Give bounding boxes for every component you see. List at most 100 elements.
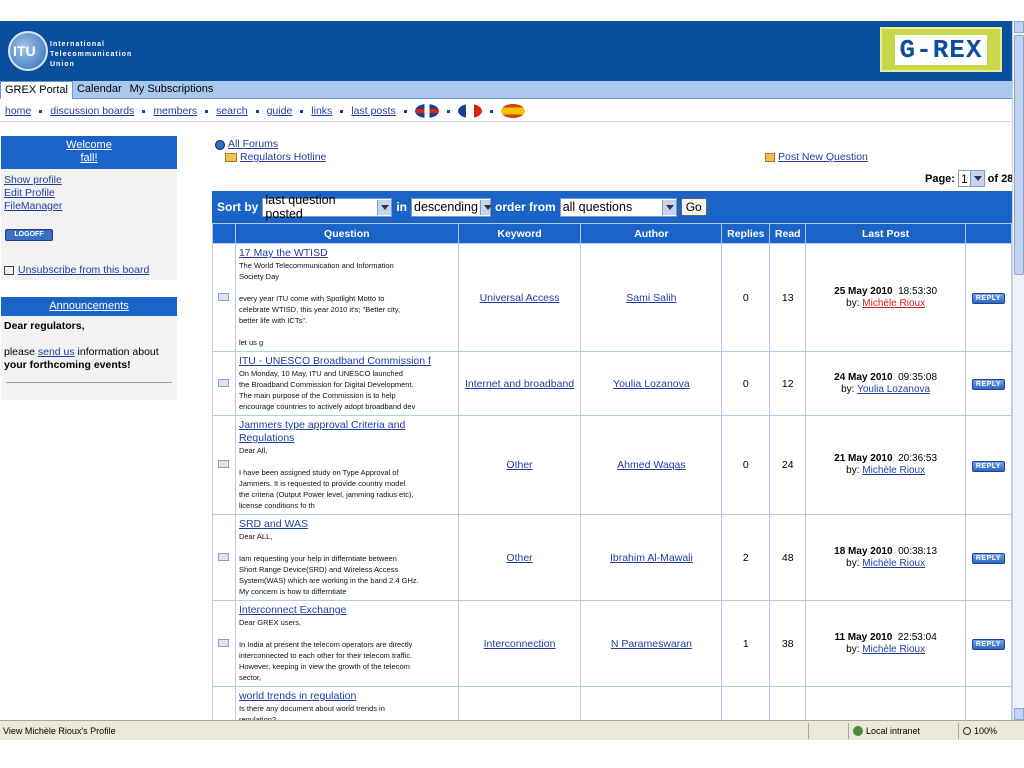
- keyword-link[interactable]: Internet and broadband: [465, 378, 574, 390]
- itu-name-line2: Telecommunication: [50, 51, 133, 58]
- nav-separator: [340, 109, 344, 113]
- question-title-link[interactable]: ITU - UNESCO Broadband Commission f: [239, 355, 455, 368]
- nav-search[interactable]: search: [216, 105, 248, 117]
- spanish-flag-icon[interactable]: [500, 104, 525, 118]
- nav-members[interactable]: members: [153, 105, 197, 117]
- cell-reply: REPLY: [964, 351, 1013, 416]
- keyword-link[interactable]: Interconnection: [484, 638, 556, 650]
- announce-message: please send us information about your fo…: [4, 346, 174, 372]
- grex-logo[interactable]: G-REX: [880, 27, 1002, 72]
- cell-author: N Parameswaran: [580, 600, 723, 687]
- nav-separator: [39, 109, 43, 113]
- profile-links: Show profile Edit Profile FileManager: [1, 169, 177, 218]
- page-select-value: 1: [960, 171, 968, 186]
- go-button[interactable]: Go: [680, 198, 707, 216]
- question-filter-select[interactable]: all questions: [559, 197, 677, 217]
- question-title-link[interactable]: 17 May the WTISD: [239, 247, 455, 260]
- last-post-time: 09:35:08: [898, 371, 938, 383]
- zoom-cell[interactable]: 100%: [958, 722, 1024, 739]
- announce-divider: [6, 382, 172, 383]
- french-flag-icon[interactable]: [457, 104, 482, 118]
- announce-pre: please: [4, 346, 38, 358]
- last-post-author-link[interactable]: Youlia Lozanova: [857, 384, 930, 395]
- keyword-link[interactable]: Other: [506, 552, 532, 564]
- pager-total: of 28: [987, 172, 1014, 185]
- nav-guide[interactable]: guide: [267, 105, 293, 117]
- uk-flag-icon[interactable]: [414, 104, 439, 118]
- post-new-question-link[interactable]: Post New Question: [778, 151, 868, 163]
- tab-calendar[interactable]: Calendar: [73, 81, 126, 99]
- reply-button[interactable]: REPLY: [971, 553, 1006, 564]
- nav-last-posts[interactable]: last posts: [351, 105, 395, 117]
- nav-discussion-boards[interactable]: discussion boards: [50, 105, 134, 117]
- tab-my-subscriptions[interactable]: My Subscriptions: [126, 81, 218, 99]
- all-forums-link[interactable]: All Forums: [228, 138, 278, 151]
- announcements-header[interactable]: Announcements: [1, 297, 177, 316]
- cell-keyword: Other: [457, 514, 582, 601]
- itu-logo[interactable]: ITU: [8, 31, 48, 71]
- sort-field-select[interactable]: last question posted: [262, 193, 393, 221]
- show-profile-link[interactable]: Show profile: [4, 174, 174, 187]
- reply-button[interactable]: REPLY: [971, 379, 1006, 390]
- cell-icon: [212, 351, 236, 416]
- author-link[interactable]: Youlia Lozanova: [613, 378, 690, 390]
- nav-links-item[interactable]: links: [311, 105, 332, 117]
- cell-keyword: Interconnection: [457, 600, 582, 687]
- nav-separator: [255, 109, 259, 113]
- author-link[interactable]: Ahmed Waqas: [617, 459, 685, 471]
- welcome-header[interactable]: Welcome fall!: [1, 136, 177, 169]
- cell-icon: [212, 415, 236, 515]
- reply-button[interactable]: REPLY: [971, 293, 1006, 304]
- last-post-by: by:: [846, 297, 860, 309]
- logoff-button[interactable]: LOGOFF: [5, 229, 53, 241]
- reply-button[interactable]: REPLY: [971, 639, 1006, 650]
- question-title-link[interactable]: Jammers type approval Criteria and Regul…: [239, 419, 455, 445]
- chevron-down-icon[interactable]: [661, 199, 676, 215]
- edit-profile-link[interactable]: Edit Profile: [4, 187, 174, 200]
- last-post-date: 24 May 2010: [834, 371, 893, 383]
- table-row: Interconnect Exchange Dear GREX users, In…: [212, 600, 1013, 687]
- author-link[interactable]: N Parameswaran: [611, 638, 692, 650]
- last-post-author-link[interactable]: Michèle Rioux: [862, 644, 925, 655]
- question-title-link[interactable]: world trends in regulation: [239, 690, 455, 703]
- vertical-scrollbar[interactable]: [1012, 21, 1024, 720]
- cell-keyword: Universal Access: [457, 243, 582, 352]
- nav-home[interactable]: home: [5, 105, 31, 117]
- chevron-down-icon[interactable]: [479, 199, 493, 215]
- keyword-link[interactable]: Other: [506, 459, 532, 471]
- tab-grex-portal[interactable]: GREX Portal: [0, 81, 73, 99]
- reply-button[interactable]: REPLY: [971, 460, 1006, 472]
- nav-separator: [489, 109, 493, 113]
- chevron-down-icon[interactable]: [969, 171, 984, 186]
- board-link[interactable]: Regulators Hotline: [240, 151, 326, 164]
- last-post-time: 18:53:30: [898, 285, 938, 297]
- author-link[interactable]: Ibrahim Al-Mawali: [610, 552, 693, 564]
- unsubscribe-link[interactable]: Unsubscribe from this board: [18, 264, 149, 276]
- announcements-body: Dear regulators, please send us informat…: [1, 316, 177, 387]
- chevron-down-icon[interactable]: [377, 199, 392, 215]
- last-post-author-link[interactable]: Michèle Rioux: [862, 298, 925, 309]
- scroll-up-arrow-icon[interactable]: [1014, 21, 1024, 33]
- scroll-thumb[interactable]: [1014, 35, 1024, 275]
- question-excerpt: Dear All, I have been assigned study on …: [238, 446, 414, 510]
- cell-replies: 0: [721, 243, 771, 352]
- cell-last-post: 11 May 2010 22:53:04 by: Michèle Rioux: [805, 600, 966, 687]
- mail-icon: [218, 638, 230, 647]
- last-post-author-link[interactable]: Michèle Rioux: [862, 465, 925, 476]
- cell-last-post: 18 May 2010 00:38:13 by: Michèle Rioux: [805, 514, 966, 601]
- header-read: Read: [769, 223, 807, 244]
- header-banner: ITU International Telecommunication Unio…: [0, 21, 1012, 81]
- author-link[interactable]: Sami Salih: [626, 292, 676, 304]
- file-manager-link[interactable]: FileManager: [4, 200, 174, 213]
- send-us-link[interactable]: send us: [38, 346, 75, 358]
- questions-table: Question Keyword Author Replies Read Las…: [212, 223, 1013, 737]
- last-post-author-link[interactable]: Michèle Rioux: [862, 558, 925, 569]
- last-post-by: by:: [846, 557, 860, 569]
- question-title-link[interactable]: SRD and WAS: [239, 518, 455, 531]
- keyword-link[interactable]: Universal Access: [480, 292, 560, 304]
- scroll-down-arrow-icon[interactable]: [1014, 708, 1024, 720]
- question-title-link[interactable]: Interconnect Exchange: [239, 604, 455, 617]
- sort-order-select[interactable]: descending: [411, 197, 493, 217]
- page-select[interactable]: 1: [957, 170, 985, 187]
- cell-question: SRD and WAS Dear ALL, Iam requesting your…: [234, 514, 459, 601]
